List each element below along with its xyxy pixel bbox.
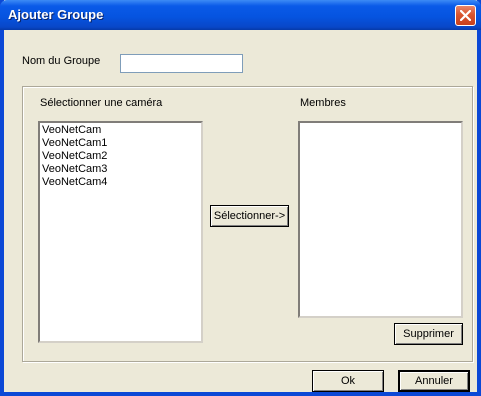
cancel-button[interactable]: Annuler — [398, 370, 470, 392]
close-button[interactable] — [455, 5, 476, 26]
remove-member-button[interactable]: Supprimer — [394, 323, 463, 345]
group-name-input[interactable] — [120, 54, 243, 73]
window-title: Ajouter Groupe — [8, 7, 104, 22]
camera-listbox[interactable]: VeoNetCam VeoNetCam1 VeoNetCam2 VeoNetCa… — [38, 121, 203, 343]
select-camera-button[interactable]: Sélectionner-> — [210, 205, 289, 227]
members-list-header: Membres — [300, 97, 346, 109]
members-listbox[interactable] — [298, 121, 463, 318]
title-bar[interactable]: Ajouter Groupe — [0, 0, 481, 30]
close-icon — [460, 10, 471, 21]
list-item[interactable]: VeoNetCam2 — [42, 150, 107, 163]
list-item[interactable]: VeoNetCam4 — [42, 176, 107, 189]
camera-list-header: Sélectionner une caméra — [40, 97, 163, 109]
list-item[interactable]: VeoNetCam — [42, 124, 101, 137]
group-name-label: Nom du Groupe — [22, 55, 101, 67]
list-item[interactable]: VeoNetCam1 — [42, 137, 107, 150]
ok-button[interactable]: Ok — [312, 370, 384, 392]
list-item[interactable]: VeoNetCam3 — [42, 163, 107, 176]
